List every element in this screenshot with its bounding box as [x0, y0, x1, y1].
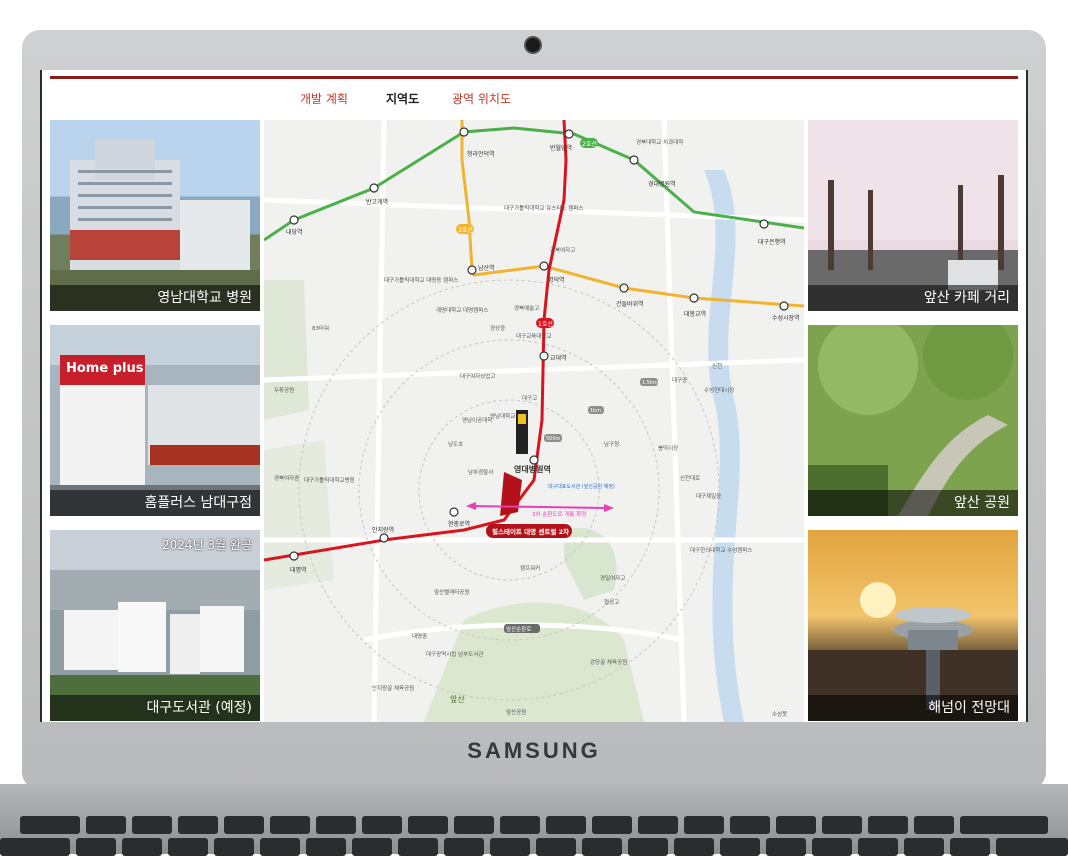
place-label: 경북대학교 치과대학 [636, 138, 683, 146]
station-label: 영대병원역 [514, 464, 551, 474]
place-label: 대명중 [412, 632, 427, 640]
place-label: 경북예술고 [514, 304, 539, 312]
place-label: 앞산빨래터공원 [434, 588, 469, 596]
tile-apsan-cafe-street[interactable]: 앞산 카페 거리 [808, 120, 1018, 311]
place-label: 대구제일중 [696, 492, 721, 500]
place-label: 협성고 [604, 598, 619, 606]
place-label: 남구청 [604, 440, 619, 448]
place-label: 경북여자중 [274, 474, 299, 482]
station-label: 대구은행역 [758, 238, 786, 246]
place-label: 대구교육대학교 [516, 332, 551, 340]
brand-logo: SAMSUNG [467, 738, 601, 763]
tile-caption: 해넘이 전망대 [808, 695, 1018, 721]
line-badge: 3호선 [458, 226, 473, 234]
place-label: 경상중 [490, 324, 505, 332]
place-label: 대구가톨릭대학교 대명동 캠퍼스 [384, 276, 458, 284]
road-label: 앞산순환로 [506, 625, 531, 633]
tile-sunset-observatory[interactable]: 해넘이 전망대 [808, 530, 1018, 721]
station-label: 수성시장역 [772, 314, 800, 322]
tile-apsan-park[interactable]: 앞산 공원 [808, 325, 1018, 516]
tile-caption: 앞산 카페 거리 [808, 285, 1018, 311]
station-label: 반월당역 [550, 144, 572, 152]
place-label: 대구가톨릭대학교병원 [304, 476, 355, 484]
place-label: 대구중 [672, 376, 687, 384]
distance-label: 1.5km [642, 380, 658, 386]
station-label: 대명역 [290, 566, 307, 574]
station-label: 경대병원역 [648, 180, 676, 188]
station-label: 현충로역 [448, 520, 470, 528]
tile-caption: 대구도서관 (예정) [50, 695, 260, 721]
place-label: 경북여자고 [550, 246, 575, 254]
station-label: 반고개역 [366, 198, 388, 206]
place-label: 대구고 [522, 394, 537, 402]
place-label: 대구광역시립 남부도서관 [426, 650, 483, 658]
station-label: 대봉교역 [684, 310, 706, 318]
keyboard [0, 806, 1068, 856]
station-label: 남산역 [478, 264, 495, 272]
tile-yeungnam-hospital[interactable]: 영남대학교 병원 [50, 120, 260, 311]
homeplus-sign: Home plus [66, 361, 144, 376]
screen: 개발 계획 지역도 광역 위치도 영남대학교 병원 Home plus 홈플러스… [42, 70, 1026, 722]
place-label: 앞산 [450, 694, 465, 704]
station-label: 청라언덕역 [467, 150, 495, 158]
tile-homeplus[interactable]: Home plus 홈플러스 남대구점 [50, 325, 260, 516]
homeplus-photo [50, 325, 260, 516]
tab-wide-location-map[interactable]: 광역 위치도 [452, 90, 511, 108]
observatory-photo [808, 582, 1018, 721]
area-map[interactable]: 반고개역 청라언덕역 반월당역 경대병원역 대구은행역 내당역 남산역 명덕역 … [264, 120, 804, 722]
completion-note: 2024년 3월 완공 [162, 538, 252, 552]
place-label: 대구가톨릭대학교 유스티노 캠퍼스 [504, 204, 583, 212]
place-label: 남도초 [448, 440, 463, 448]
place-label: 83타워 [312, 324, 329, 332]
library-render [50, 570, 260, 721]
station-label: 명덕역 [548, 276, 565, 284]
place-label: 두류공원 [274, 386, 294, 394]
arrow-label: 3차 순환도로 개통 확정 [532, 510, 586, 518]
site-label: 힐스테이트 대명 센트럴 2차 [492, 527, 569, 536]
distance-label: 1km [590, 408, 601, 414]
place-label: 대구여자상업고 [460, 372, 495, 380]
station-label: 건들바위역 [616, 300, 644, 308]
station-label: 내당역 [286, 228, 303, 236]
place-label: 수성못 [772, 710, 787, 718]
tile-daegu-library[interactable]: 2024년 3월 완공 대구도서관 (예정) [50, 530, 260, 721]
library-label: 대구대표도서관 (앞산공원 예정) [548, 483, 615, 490]
tab-development-plan[interactable]: 개발 계획 [300, 90, 348, 108]
tab-area-map[interactable]: 지역도 [386, 90, 419, 108]
park-photo [808, 325, 1018, 516]
map-canvas: 반고개역 청라언덕역 반월당역 경대병원역 대구은행역 내당역 남산역 명덕역 … [264, 120, 804, 722]
place-label: 봉덕시장 [658, 445, 678, 452]
place-label: 강당골 체육공원 [590, 658, 627, 666]
line-badge: 1호선 [538, 320, 553, 328]
tile-caption: 앞산 공원 [808, 490, 1018, 516]
tile-caption: 홈플러스 남대구점 [50, 490, 260, 516]
tile-caption: 영남대학교 병원 [50, 285, 260, 311]
hospital-photo [50, 140, 260, 311]
header-line [50, 76, 1018, 79]
place-label: 신천대로 [680, 474, 700, 482]
distance-label: 500m [546, 436, 561, 442]
place-label: 앞산공원 [506, 708, 526, 716]
place-label: 신천 [712, 362, 722, 370]
webcam-icon [524, 36, 542, 54]
place-label: 대구한의대학교 수성캠퍼스 [690, 546, 752, 554]
place-label: 영남이공대학 [462, 416, 492, 424]
station-label: 안지랑역 [372, 526, 394, 534]
place-label: 캠프워커 [520, 564, 540, 572]
place-label: 경일여자고 [600, 574, 625, 582]
line-badge: 2호선 [582, 140, 597, 148]
place-label: 수성현대시장 [704, 386, 734, 394]
place-label: 계명대학교 대명캠퍼스 [436, 306, 488, 314]
cafe-street-photo [808, 120, 1018, 311]
place-label: 안지랑골 체육공원 [372, 684, 414, 692]
place-label: 남부경찰서 [468, 468, 493, 476]
station-label: 교대역 [550, 354, 567, 362]
